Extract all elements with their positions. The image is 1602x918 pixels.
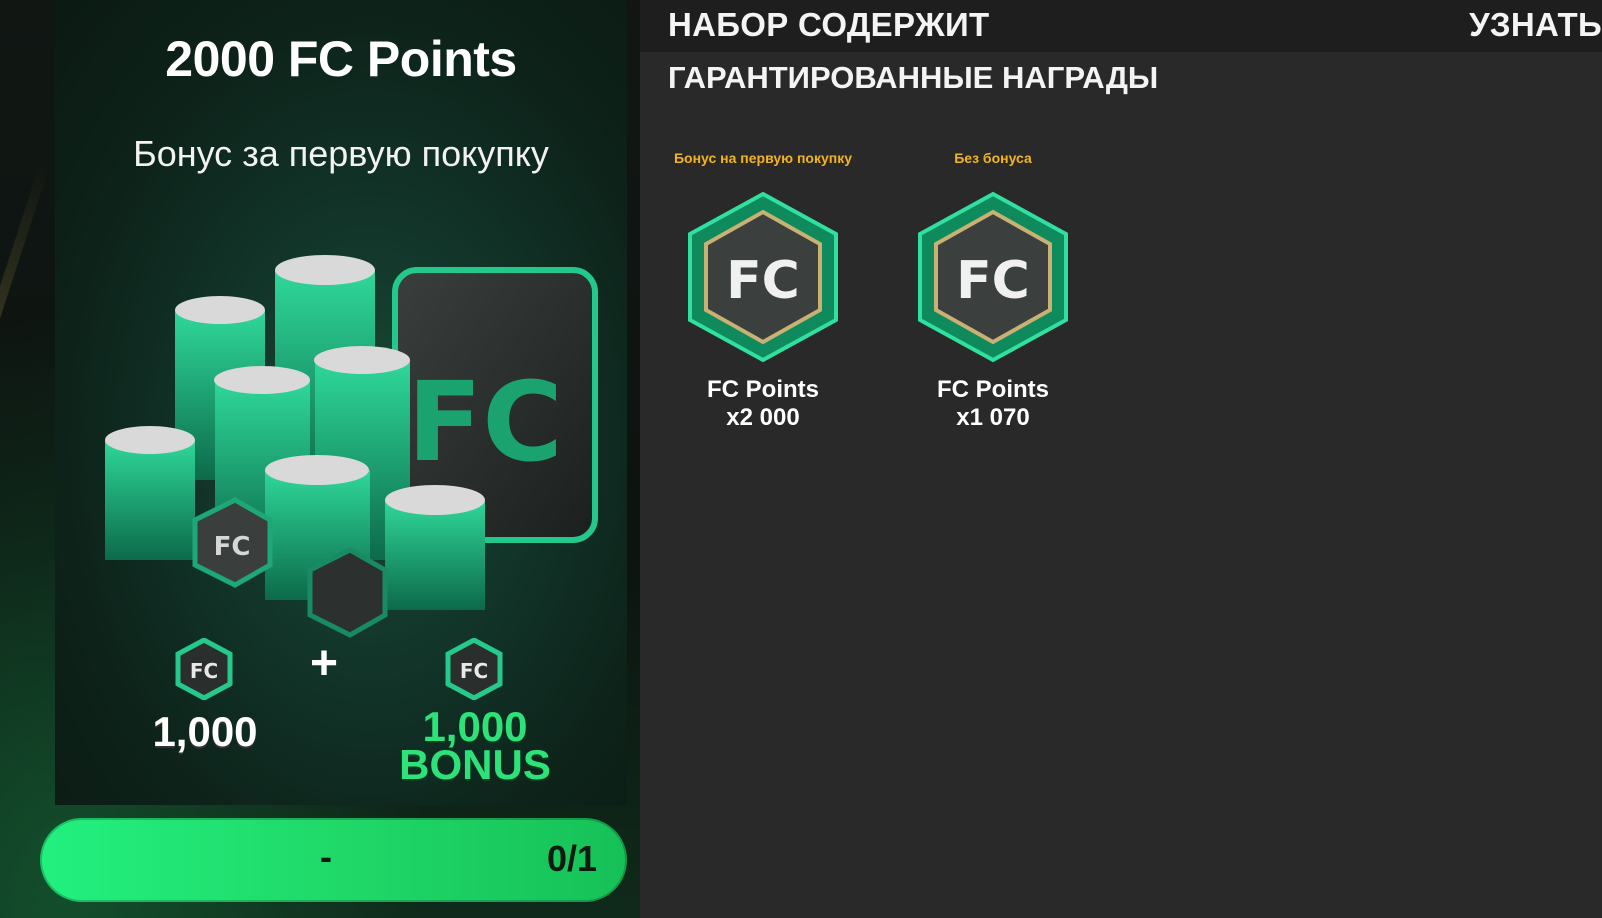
buy-price: - [320,836,332,877]
reward-item[interactable]: Без бонуса FC FC Points x1 070 [883,148,1103,432]
svg-text:FC: FC [460,659,488,683]
pack-contents-panel: НАБОР СОДЕРЖИТ УЗНАТЬ ГАРАНТИРОВАННЫЕ НА… [640,0,1602,918]
svg-text:FC: FC [726,251,800,311]
pack-title: 2000 FC Points [165,31,517,87]
buy-button[interactable]: - 0/1 [40,818,627,902]
fc-coin-stack-image: FC FC [105,255,598,638]
pack-card[interactable]: 2000 FC Points Бонус за первую покупку F… [55,0,627,805]
svg-text:FC: FC [190,659,218,683]
background-stripe [0,161,51,659]
svg-text:FC: FC [956,251,1030,311]
reward-name: FC Points [937,376,1049,403]
fc-points-icon: FC [445,638,503,700]
reward-quantity: x2 000 [726,404,800,431]
reward-item[interactable]: Бонус на первую покупку FC FC Points x2 … [653,148,873,432]
fc-points-icon: FC [175,638,233,700]
plus-sign: + [310,637,339,690]
section-title: ГАРАНТИРОВАННЫЕ НАГРАДЫ [668,60,1159,95]
reward-quantity: x1 070 [956,404,1030,431]
purchase-limit: 0/1 [546,838,597,879]
bonus-label: BONUS [399,741,551,788]
reward-note: Бонус на первую покупку [673,150,853,166]
learn-more-link[interactable]: УЗНАТЬ [1469,6,1602,44]
fc-points-icon: FC [688,191,838,363]
reward-note: Без бонуса [954,150,1032,166]
reward-name: FC Points [707,376,819,403]
bonus-amount-block: 1,000 BONUS [375,706,575,788]
pack-subtitle: Бонус за первую покупку [133,133,549,174]
panel-title: НАБОР СОДЕРЖИТ [668,6,990,43]
svg-text:FC: FC [407,358,563,486]
svg-text:FC: FC [214,532,251,562]
panel-header: НАБОР СОДЕРЖИТ УЗНАТЬ [640,0,1602,52]
base-amount: 1,000 [152,708,258,755]
fc-points-icon: FC [918,191,1068,363]
